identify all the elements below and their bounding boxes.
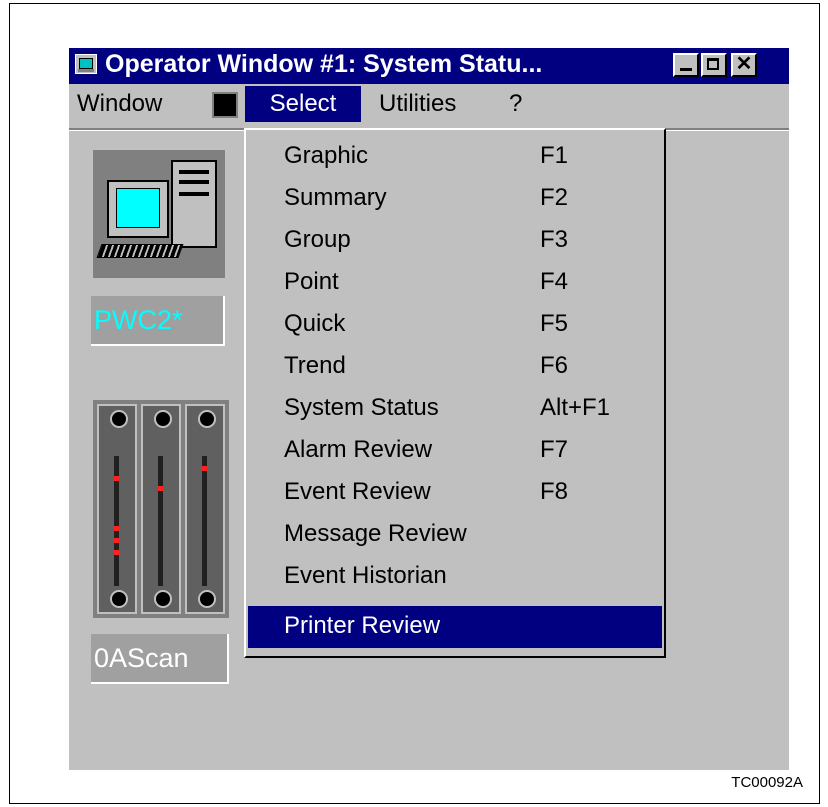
menu-item-shortcut: F4 [540,268,569,295]
drive-slot [179,192,209,196]
menu-item-trend[interactable]: Trend F6 [248,346,662,388]
menu-item-shortcut: F7 [540,436,569,463]
menu-item-shortcut: F6 [540,352,569,379]
title-bar[interactable]: Operator Window #1: System Statu... ✕ [69,48,789,84]
led-icon [114,550,119,555]
knob-icon [154,410,172,428]
knob-icon [110,410,128,428]
led-icon [158,486,163,491]
node-label-0ascan[interactable]: 0AScan [91,634,229,684]
computer-icon[interactable] [93,150,225,278]
menu-item-shortcut: F2 [540,184,569,211]
menu-item-message-review[interactable]: Message Review [248,514,662,556]
close-icon: ✕ [735,53,753,75]
menu-item-quick[interactable]: Quick F5 [248,304,662,346]
led-icon [114,538,119,543]
minimize-icon [680,68,692,71]
menu-item-summary[interactable]: Summary F2 [248,178,662,220]
menu-item-label: Event Historian [284,562,447,589]
knob-icon [198,410,216,428]
controller-rack-icon[interactable] [93,400,229,618]
rack-card [97,404,137,614]
menu-window[interactable]: Window [77,86,162,122]
app-icon[interactable] [75,54,97,74]
led-icon [114,476,119,481]
window-title: Operator Window #1: System Statu... [105,50,543,78]
color-swatch-icon[interactable] [212,92,238,118]
maximize-button[interactable] [701,53,727,77]
menu-item-label: Printer Review [284,612,441,639]
menu-item-event-historian[interactable]: Event Historian [248,556,662,598]
menu-item-label: Graphic [284,142,369,169]
figure-frame: Operator Window #1: System Statu... ✕ Wi… [9,3,820,804]
screw-icon [110,590,128,608]
select-dropdown-menu: Graphic F1 Summary F2 Group F3 Point F4 … [244,128,666,658]
menu-item-shortcut: Alt+F1 [540,394,611,421]
menu-item-shortcut: F5 [540,310,569,337]
menu-item-printer-review[interactable]: Printer Review [248,606,662,648]
menu-bar: Window Select Utilities ? [69,86,789,124]
maximize-icon [707,58,719,70]
rack-card [141,404,181,614]
menu-utilities[interactable]: Utilities [379,86,456,122]
menu-item-label: Alarm Review [284,436,433,463]
node-label-pwc2[interactable]: PWC2* [91,296,225,346]
led-strip [114,456,119,586]
menu-help[interactable]: ? [509,86,522,122]
drive-slot [179,180,209,184]
menu-item-label: System Status [284,394,439,421]
menu-item-shortcut: F3 [540,226,569,253]
figure-id: TC00092A [731,774,803,791]
minimize-button[interactable] [673,53,699,77]
menu-item-label: Group [284,226,351,253]
led-icon [202,466,207,471]
menu-item-shortcut: F8 [540,478,569,505]
keyboard-shape [96,244,184,258]
operator-window: Operator Window #1: System Statu... ✕ Wi… [69,48,789,770]
led-icon [114,526,119,531]
menu-select[interactable]: Select [245,86,361,122]
led-strip [202,456,207,586]
menu-item-label: Summary [284,184,387,211]
menu-item-shortcut: F1 [540,142,569,169]
menu-item-event-review[interactable]: Event Review F8 [248,472,662,514]
menu-item-alarm-review[interactable]: Alarm Review F7 [248,430,662,472]
menu-item-group[interactable]: Group F3 [248,220,662,262]
menu-item-graphic[interactable]: Graphic F1 [248,136,662,178]
menu-item-label: Point [284,268,339,295]
screw-icon [198,590,216,608]
screw-icon [154,590,172,608]
drive-slot [179,170,209,174]
menu-item-label: Quick [284,310,346,337]
tower-shape [171,160,217,248]
led-strip [158,456,163,586]
menu-item-label: Trend [284,352,346,379]
menu-item-system-status[interactable]: System Status Alt+F1 [248,388,662,430]
monitor-screen [116,188,160,228]
menu-item-label: Message Review [284,520,467,547]
monitor-shape [107,180,169,238]
menu-item-label: Event Review [284,478,431,505]
rack-card [185,404,225,614]
menu-item-point[interactable]: Point F4 [248,262,662,304]
close-button[interactable]: ✕ [731,53,757,77]
